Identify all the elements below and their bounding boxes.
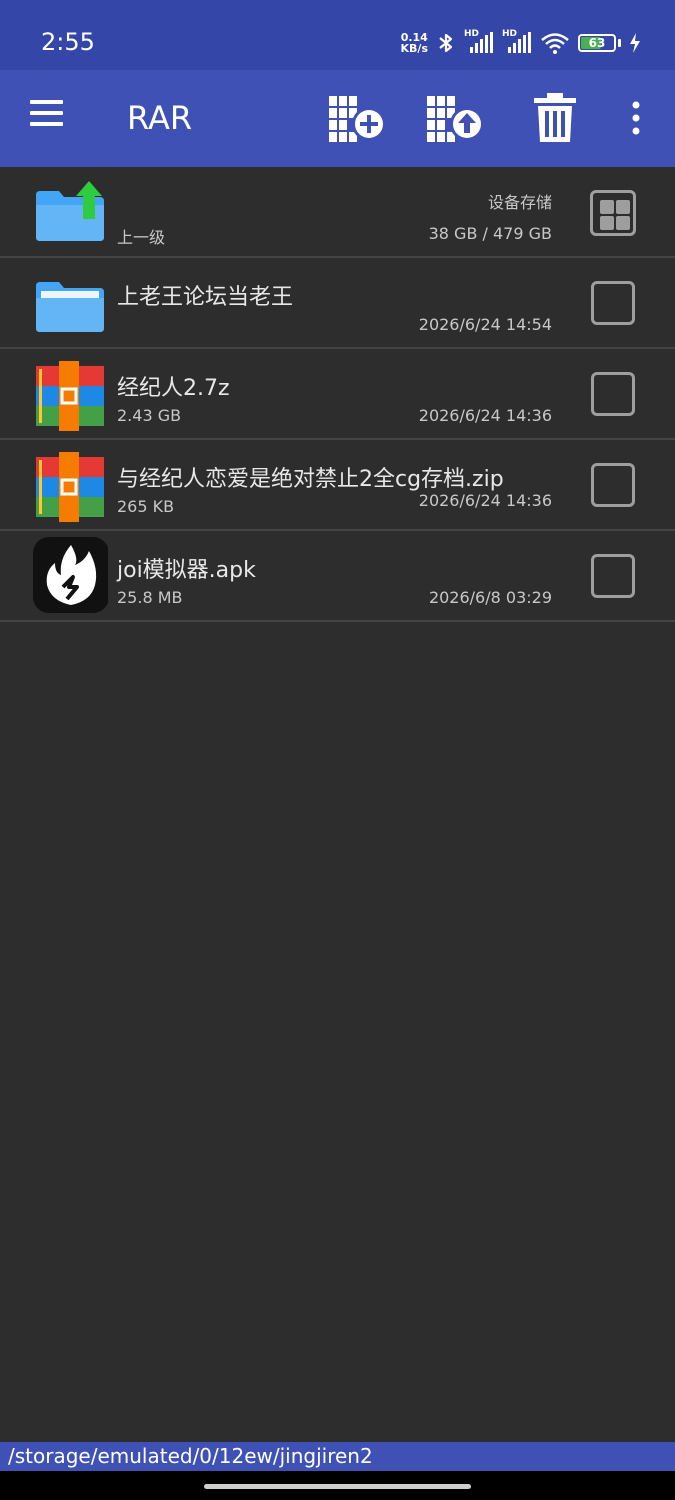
storage-label: 设备存储 [487,193,552,212]
battery-tip [618,39,621,47]
file-date: 2026/6/8 03:29 [428,588,552,607]
file-date: 2026/6/24 14:54 [418,315,552,334]
file-name: joi模拟器.apk [117,558,256,583]
select-checkbox[interactable] [591,463,635,507]
list-item[interactable]: 经纪人2.7z 2.43 GB 2026/6/24 14:36 [0,349,675,440]
status-icons: 0.14 KB/s HD HD 63 [401,26,641,60]
network-speed-unit: KB/s [400,42,428,55]
folder-icon [36,282,104,332]
more-options-button[interactable] [622,92,650,144]
status-bar: 2:55 0.14 KB/s HD HD 63 [0,0,675,70]
signal-icon [508,32,531,53]
network-speed: 0.14 KB/s [401,32,428,54]
file-size: 25.8 MB [117,588,183,607]
select-checkbox[interactable] [591,372,635,416]
rar-archive-icon [36,361,104,431]
menu-button[interactable] [30,100,70,140]
signal-icon [470,32,493,53]
add-to-archive-button[interactable] [327,92,389,144]
extract-icon [427,96,484,142]
status-time: 2:55 [41,28,95,56]
signal-strength-2: HD [502,29,532,55]
folder-up-icon [36,181,104,241]
app-toolbar: RAR [0,70,675,167]
battery-level: 63 [588,36,606,50]
file-date: 2026/6/24 14:36 [418,491,552,510]
rar-archive-icon [36,452,104,522]
more-vert-icon [632,101,640,135]
file-name: 经纪人2.7z [117,376,230,401]
signal-strength-1: HD [464,29,494,55]
select-checkbox[interactable] [591,554,635,598]
storage-usage: 38 GB / 479 GB [428,224,552,243]
list-item-parent[interactable]: 设备存储 上一级 38 GB / 479 GB [0,167,675,258]
menu-icon [30,100,70,126]
navigation-bar [0,1471,675,1500]
list-item[interactable]: joi模拟器.apk 25.8 MB 2026/6/8 03:29 [0,531,675,622]
charging-icon [630,33,640,53]
delete-icon [534,93,576,142]
list-item[interactable]: 与经纪人恋爱是绝对禁止2全cg存档.zip 265 KB 2026/6/24 1… [0,440,675,531]
file-list: 设备存储 上一级 38 GB / 479 GB 上老王论坛当老王 2026/6/… [0,167,675,622]
file-size: 265 KB [117,497,175,516]
wifi-icon [541,33,569,54]
battery: 63 [578,34,621,52]
file-size: 2.43 GB [117,406,182,425]
flame-app-icon [33,537,108,613]
select-checkbox[interactable] [591,281,635,325]
grid-view-button[interactable] [590,190,636,236]
file-date: 2026/6/24 14:36 [418,406,552,425]
list-item[interactable]: 上老王论坛当老王 2026/6/24 14:54 [0,258,675,349]
app-title: RAR [127,99,193,137]
delete-button[interactable] [530,92,580,144]
current-path: /storage/emulated/0/12ew/jingjiren2 [0,1442,675,1471]
file-name: 上老王论坛当老王 [117,285,294,310]
parent-label: 上一级 [117,228,166,247]
add-to-archive-icon [329,96,386,142]
file-name: 与经纪人恋爱是绝对禁止2全cg存档.zip [117,467,504,492]
battery-icon: 63 [578,34,616,52]
home-indicator[interactable] [204,1484,471,1489]
extract-button[interactable] [425,92,487,144]
bluetooth-icon [439,33,453,53]
